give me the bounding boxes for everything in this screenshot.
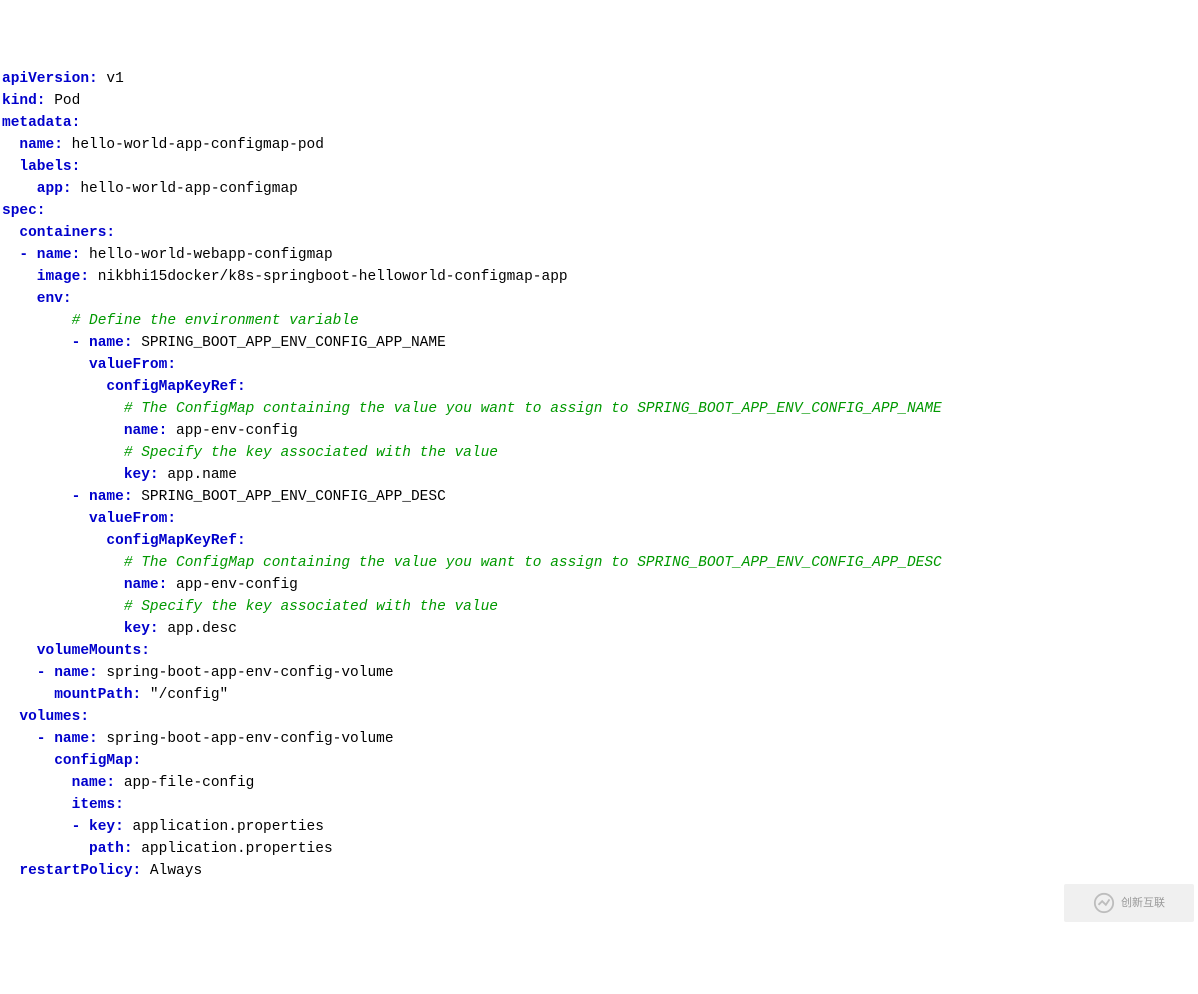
val-metadata-name: hello-world-app-configmap-pod: [63, 137, 324, 153]
key-vol0-item0-key: - key:: [2, 819, 124, 835]
val-vm0-name: spring-boot-app-env-config-volume: [98, 665, 394, 681]
key-container-name: - name:: [2, 247, 80, 263]
key-volumeMounts: volumeMounts:: [2, 643, 150, 659]
key-vol0-cm-name: name:: [2, 775, 115, 791]
val-container-image: nikbhi15docker/k8s-springboot-helloworld…: [89, 269, 568, 285]
key-volumes: volumes:: [2, 709, 89, 725]
val-kind: Pod: [46, 93, 81, 109]
val-vol0-item0-path: application.properties: [133, 841, 333, 857]
watermark-text: 创新互联: [1121, 892, 1165, 914]
key-env0-cm-key: key:: [2, 467, 159, 483]
yaml-code: apiVersion: v1 kind: Pod metadata: name:…: [2, 68, 1198, 882]
key-labels-app: app:: [2, 181, 72, 197]
val-env1-cm-key: app.desc: [159, 621, 237, 637]
logo-icon: [1093, 892, 1115, 914]
key-env0-name: - name:: [2, 335, 133, 351]
val-container-name: hello-world-webapp-configmap: [80, 247, 332, 263]
key-env1-configMapKeyRef: configMapKeyRef:: [2, 533, 246, 549]
val-vol0-item0-key: application.properties: [124, 819, 324, 835]
key-spec: spec:: [2, 203, 46, 219]
comment-env1-configmap: # The ConfigMap containing the value you…: [2, 555, 942, 571]
key-metadata-name: name:: [2, 137, 63, 153]
key-vol0-items: items:: [2, 797, 124, 813]
key-labels: labels:: [2, 159, 80, 175]
val-restartPolicy: Always: [141, 863, 202, 879]
key-vol0-item0-path: path:: [2, 841, 133, 857]
val-env1-name: SPRING_BOOT_APP_ENV_CONFIG_APP_DESC: [133, 489, 446, 505]
code-container: { "yaml": { "apiVersion_key": "apiVersio…: [2, 24, 1198, 926]
key-vol0-configMap: configMap:: [2, 753, 141, 769]
comment-env0-configmap: # The ConfigMap containing the value you…: [2, 401, 942, 417]
key-env1-cm-name: name:: [2, 577, 167, 593]
comment-env0-key: # Specify the key associated with the va…: [2, 445, 498, 461]
key-vm0-name: - name:: [2, 665, 98, 681]
key-apiVersion: apiVersion:: [2, 71, 98, 87]
key-containers: containers:: [2, 225, 115, 241]
val-env1-cm-name: app-env-config: [167, 577, 298, 593]
key-env0-valueFrom: valueFrom:: [2, 357, 176, 373]
val-labels-app: hello-world-app-configmap: [72, 181, 298, 197]
key-env1-name: - name:: [2, 489, 133, 505]
comment-env1-key: # Specify the key associated with the va…: [2, 599, 498, 615]
comment-define-env: # Define the environment variable: [2, 313, 359, 329]
key-env: env:: [2, 291, 72, 307]
watermark-logo: 创新互联: [1064, 884, 1194, 922]
key-vm0-mountPath: mountPath:: [2, 687, 141, 703]
key-env0-cm-name: name:: [2, 423, 167, 439]
val-apiVersion: v1: [98, 71, 124, 87]
key-restartPolicy: restartPolicy:: [2, 863, 141, 879]
val-env0-name: SPRING_BOOT_APP_ENV_CONFIG_APP_NAME: [133, 335, 446, 351]
key-env1-valueFrom: valueFrom:: [2, 511, 176, 527]
key-kind: kind:: [2, 93, 46, 109]
key-env1-cm-key: key:: [2, 621, 159, 637]
key-vol0-name: - name:: [2, 731, 98, 747]
val-vol0-name: spring-boot-app-env-config-volume: [98, 731, 394, 747]
key-container-image: image:: [2, 269, 89, 285]
val-vm0-mountPath: "/config": [141, 687, 228, 703]
val-env0-cm-key: app.name: [159, 467, 237, 483]
val-vol0-cm-name: app-file-config: [115, 775, 254, 791]
val-env0-cm-name: app-env-config: [167, 423, 298, 439]
key-env0-configMapKeyRef: configMapKeyRef:: [2, 379, 246, 395]
key-metadata: metadata:: [2, 115, 80, 131]
